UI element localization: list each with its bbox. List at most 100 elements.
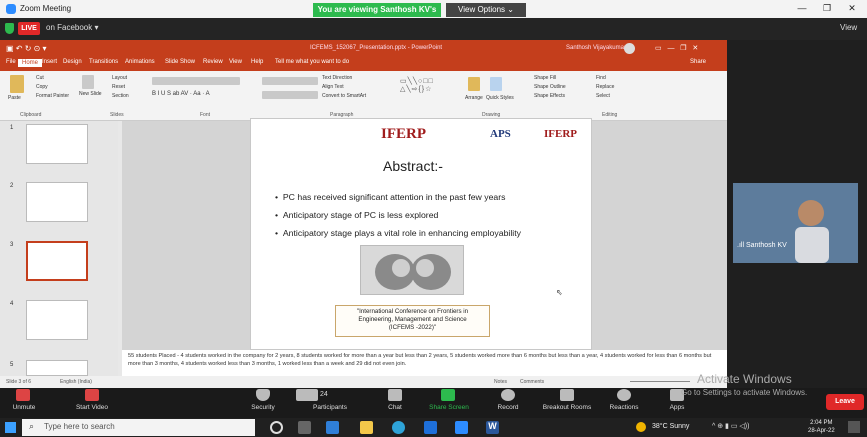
chat-icon[interactable] — [388, 389, 402, 401]
layout-button[interactable]: Layout — [112, 75, 127, 81]
format-painter-button[interactable]: Format Painter — [36, 93, 69, 99]
smartart-button[interactable]: Convert to SmartArt — [322, 93, 366, 99]
live-target-dropdown[interactable]: on Facebook ▾ — [46, 23, 99, 32]
reset-button[interactable]: Reset — [112, 84, 125, 90]
participants-button[interactable]: Participants — [302, 404, 358, 411]
notification-icon[interactable] — [848, 421, 860, 433]
weather-sun-icon[interactable] — [636, 422, 646, 432]
microphone-muted-icon[interactable] — [16, 389, 30, 401]
quick-styles-button[interactable]: Quick Styles — [486, 95, 514, 101]
apps-button[interactable]: Apps — [662, 404, 692, 411]
slide-thumbnail[interactable] — [26, 300, 88, 340]
share-screen-button[interactable]: Share Screen — [424, 404, 474, 411]
tab-animations[interactable]: Animations — [125, 59, 155, 65]
language-indicator[interactable]: English (India) — [60, 379, 92, 385]
comments-button[interactable]: Comments — [520, 379, 544, 385]
arrange-icon[interactable] — [468, 77, 480, 91]
task-view-icon[interactable] — [298, 421, 311, 434]
paste-button[interactable]: Paste — [8, 95, 21, 101]
share-screen-icon[interactable] — [441, 389, 455, 401]
breakout-rooms-button[interactable]: Breakout Rooms — [536, 404, 598, 411]
tab-insert[interactable]: Insert — [42, 59, 57, 65]
windows-start-icon[interactable] — [5, 422, 16, 433]
participants-icon[interactable] — [296, 389, 318, 401]
view-options-button[interactable]: View Options ⌄ — [446, 3, 526, 17]
shapes-gallery[interactable]: ▭╲╲○□□ △╲⇨{}☆ — [400, 77, 434, 93]
tab-home[interactable]: Home — [18, 59, 43, 67]
taskbar-clock[interactable]: 2:04 PM 28-Apr-22 — [808, 419, 835, 435]
edge-icon[interactable] — [326, 421, 339, 434]
slide-thumbnail[interactable] — [26, 124, 88, 164]
speaker-notes[interactable]: 55 students Placed - 4 students worked i… — [122, 350, 727, 376]
font-format-icons[interactable]: B I U S ab AV · Aa · A — [152, 91, 210, 97]
align-buttons[interactable] — [262, 91, 318, 99]
new-slide-button[interactable]: New Slide — [79, 91, 102, 97]
user-avatar[interactable] — [624, 43, 635, 54]
ppt-file-title: ICFEMS_152067_Presentation.pptx - PowerP… — [310, 45, 443, 51]
slide-thumbnail[interactable] — [26, 360, 88, 376]
tab-transitions[interactable]: Transitions — [89, 59, 118, 65]
leave-button[interactable]: Leave — [826, 394, 864, 410]
taskbar-search-box[interactable]: Type here to search — [22, 419, 255, 436]
shape-outline-button[interactable]: Shape Outline — [534, 84, 566, 90]
quick-styles-icon[interactable] — [490, 77, 502, 91]
new-slide-icon[interactable] — [82, 75, 94, 89]
view-button[interactable]: View — [840, 23, 857, 32]
section-button[interactable]: Section — [112, 93, 129, 99]
tab-view[interactable]: View — [229, 59, 242, 65]
replace-button[interactable]: Replace — [596, 84, 614, 90]
live-badge[interactable]: LIVE — [18, 22, 40, 35]
close-icon[interactable]: ✕ — [841, 3, 863, 15]
cortana-icon[interactable] — [270, 421, 283, 434]
font-name-box[interactable] — [152, 77, 240, 85]
reactions-icon[interactable] — [617, 389, 631, 401]
list-buttons[interactable] — [262, 77, 318, 85]
cut-button[interactable]: Cut — [36, 75, 44, 81]
maximize-icon[interactable]: ❐ — [816, 3, 838, 15]
shape-fill-button[interactable]: Shape Fill — [534, 75, 556, 81]
select-button[interactable]: Select — [596, 93, 610, 99]
notes-button[interactable]: Notes — [494, 379, 507, 385]
file-explorer-icon[interactable] — [360, 421, 373, 434]
copy-button[interactable]: Copy — [36, 84, 48, 90]
start-video-button[interactable]: Start Video — [66, 404, 118, 411]
chat-button[interactable]: Chat — [378, 404, 412, 411]
find-button[interactable]: Find — [596, 75, 606, 81]
record-button[interactable]: Record — [488, 404, 528, 411]
minimize-icon[interactable]: — — [791, 3, 813, 15]
weather-text[interactable]: 38°C Sunny — [652, 423, 689, 430]
word-icon[interactable]: W — [486, 421, 499, 434]
tab-slide-show[interactable]: Slide Show — [165, 59, 195, 65]
slide-thumbnail[interactable] — [26, 182, 88, 222]
encryption-shield-icon[interactable] — [5, 23, 14, 34]
tab-help[interactable]: Help — [251, 59, 263, 65]
zoom-slider[interactable] — [630, 381, 690, 382]
participant-video[interactable] — [733, 183, 858, 263]
mail-icon[interactable] — [424, 421, 437, 434]
tab-design[interactable]: Design — [63, 59, 82, 65]
record-icon[interactable] — [501, 389, 515, 401]
slide-thumbnail-selected[interactable] — [26, 241, 88, 281]
unmute-button[interactable]: Unmute — [4, 404, 44, 411]
save-icon[interactable]: ▣ ↶ ↻ ⊙ ▾ — [6, 44, 47, 53]
align-text-button[interactable]: Align Text — [322, 84, 344, 90]
video-off-icon[interactable] — [85, 389, 99, 401]
paste-icon[interactable] — [10, 75, 24, 93]
conference-line: "International Conference on Frontiers i… — [356, 308, 469, 315]
security-button[interactable]: Security — [240, 404, 286, 411]
ppt-window-controls-icon[interactable]: ▭ — ❐ ✕ — [655, 44, 698, 52]
tab-review[interactable]: Review — [203, 59, 223, 65]
tab-file[interactable]: File — [6, 59, 16, 65]
shape-effects-button[interactable]: Shape Effects — [534, 93, 565, 99]
arrange-button[interactable]: Arrange — [465, 95, 483, 101]
system-tray-icons[interactable]: ^ ⊕ ▮ ▭ ◁)) — [712, 422, 749, 430]
share-button[interactable]: Share — [690, 59, 706, 65]
chrome-icon[interactable] — [392, 421, 405, 434]
text-direction-button[interactable]: Text Direction — [322, 75, 352, 81]
reactions-button[interactable]: Reactions — [604, 404, 644, 411]
tell-me-search[interactable]: Tell me what you want to do — [275, 59, 349, 65]
zoom-taskbar-icon[interactable] — [455, 421, 468, 434]
ppt-user-name[interactable]: Santhosh Vijayakumar — [566, 45, 626, 51]
thumb-number: 5 — [10, 362, 14, 368]
breakout-rooms-icon[interactable] — [560, 389, 574, 401]
